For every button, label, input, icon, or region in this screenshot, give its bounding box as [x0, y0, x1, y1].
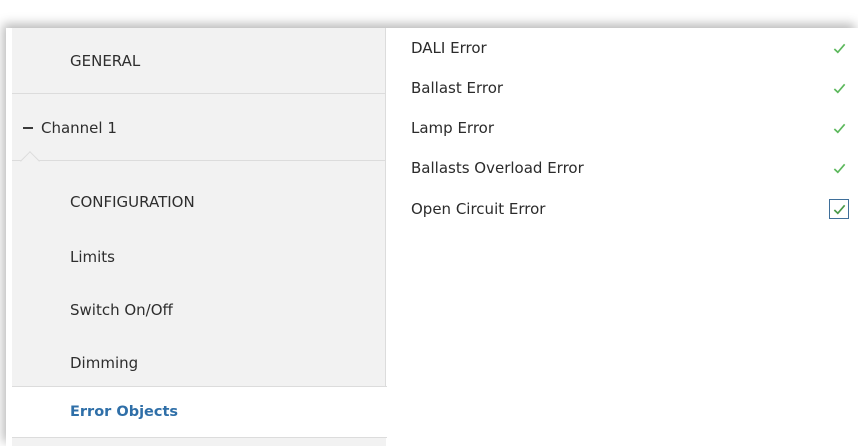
checkmark-icon [833, 163, 846, 173]
sidebar-item-limits[interactable]: Limits [12, 231, 386, 283]
checkmark-icon [833, 123, 846, 133]
option-label: Open Circuit Error [411, 200, 546, 218]
sidebar-item-label: CONFIGURATION [70, 193, 195, 211]
lamp-error-checkbox[interactable] [830, 119, 849, 138]
sidebar-footer [12, 438, 386, 446]
sidebar-item-label: Error Objects [70, 404, 179, 420]
sidebar-item-label: GENERAL [70, 51, 141, 70]
sidebar-item-error-objects[interactable]: Error Objects [12, 386, 387, 438]
sidebar-item-label: Limits [70, 248, 115, 266]
option-row-lamp-error: Lamp Error [411, 110, 851, 146]
option-row-ballasts-overload-error: Ballasts Overload Error [411, 150, 851, 186]
sidebar-item-configuration[interactable]: CONFIGURATION [12, 174, 386, 230]
option-row-dali-error: DALI Error [411, 30, 851, 66]
sidebar-item-label: Dimming [70, 354, 139, 372]
option-row-ballast-error: Ballast Error [411, 70, 851, 106]
sidebar-item-label: Channel 1 [41, 118, 117, 137]
open-circuit-error-checkbox[interactable] [829, 199, 849, 219]
sidebar-item-label: Switch On/Off [70, 301, 173, 319]
option-label: DALI Error [411, 39, 487, 57]
option-label: Ballast Error [411, 79, 504, 97]
option-label: Lamp Error [411, 119, 495, 137]
collapse-minus-icon[interactable] [23, 127, 33, 129]
checkmark-icon [833, 83, 846, 93]
ballast-error-checkbox[interactable] [830, 79, 849, 98]
option-label: Ballasts Overload Error [411, 159, 584, 177]
sidebar-item-dimming[interactable]: Dimming [12, 337, 386, 389]
sidebar: GENERAL Channel 1 CONFIGURATION Limits S… [12, 28, 387, 446]
sidebar-item-switch-on-off[interactable]: Switch On/Off [12, 284, 386, 336]
sidebar-item-channel-1[interactable]: Channel 1 [12, 95, 386, 161]
ballasts-overload-error-checkbox[interactable] [830, 159, 849, 178]
checkmark-icon [833, 43, 846, 53]
option-row-open-circuit-error: Open Circuit Error [411, 191, 851, 227]
error-objects-panel: DALI Error Ballast Error Lamp Error Ball… [387, 28, 858, 446]
sidebar-item-general[interactable]: GENERAL [12, 28, 386, 94]
dali-error-checkbox[interactable] [830, 39, 849, 58]
checkmark-icon [833, 204, 845, 214]
